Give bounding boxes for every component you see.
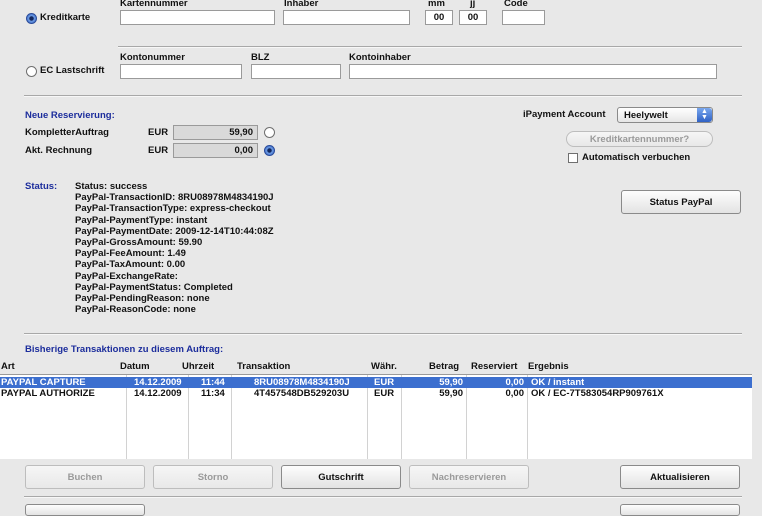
cell-betrag: 59,90 — [439, 388, 463, 399]
status-line: PayPal-PaymentDate: 2009-12-14T10:44:08Z — [75, 225, 274, 237]
cell-ergebnis: OK / instant — [531, 377, 585, 388]
book-button[interactable]: Buchen — [25, 465, 145, 489]
column-header-art[interactable]: Art — [1, 361, 15, 372]
expiry-year-input[interactable]: 00 — [459, 10, 487, 25]
cell-uhrzeit: 11:44 — [201, 377, 225, 388]
ec-lastschrift-radio[interactable] — [26, 66, 37, 77]
ipayment-account-label: iPayment Account — [523, 109, 606, 120]
separator — [118, 46, 742, 48]
storno-button[interactable]: Storno — [153, 465, 273, 489]
account-owner-input[interactable] — [349, 64, 717, 79]
auto-book-checkbox[interactable] — [568, 153, 578, 163]
status-line: PayPal-TransactionType: express-checkout — [75, 203, 271, 215]
kreditkartennummer-button[interactable]: Kreditkartennummer? — [566, 131, 713, 147]
cell-betrag: 59,90 — [439, 377, 463, 388]
transactions-table[interactable]: PAYPAL CAPTURE 14.12.2009 11:44 8RU08978… — [0, 374, 752, 459]
status-line: PayPal-GrossAmount: 59.90 — [75, 236, 203, 248]
account-owner-header: Kontoinhaber — [349, 52, 411, 63]
refresh-button[interactable]: Aktualisieren — [620, 465, 740, 489]
ec-lastschrift-label: EC Lastschrift — [40, 65, 105, 76]
separator — [24, 496, 742, 498]
current-invoice-currency: EUR — [148, 145, 169, 156]
status-label: Status: — [25, 181, 58, 192]
blz-input[interactable] — [251, 64, 341, 79]
complete-order-amount[interactable]: 59,90 — [173, 125, 258, 140]
ipayment-account-value: Heelywelt — [624, 110, 668, 121]
cell-transaktion: 8RU08978M4834190J — [254, 377, 350, 388]
blz-header: BLZ — [251, 52, 270, 63]
complete-order-currency: EUR — [148, 127, 169, 138]
cell-waehrung: EUR — [374, 377, 395, 388]
auto-book-label: Automatisch verbuchen — [582, 152, 691, 163]
status-line: PayPal-PaymentStatus: Completed — [75, 281, 233, 293]
column-header-datum[interactable]: Datum — [120, 361, 150, 372]
column-header-reserviert[interactable]: Reserviert — [471, 361, 517, 372]
month-header: mm — [428, 0, 445, 9]
column-header-waehrung[interactable]: Währ. — [371, 361, 397, 372]
bottom-left-button-partial[interactable] — [25, 504, 145, 516]
cell-uhrzeit: 11:34 — [201, 388, 225, 399]
status-line: PayPal-FeeAmount: 1.49 — [75, 248, 186, 260]
reservation-title: Neue Reservierung: — [25, 110, 115, 121]
cell-art: PAYPAL AUTHORIZE — [1, 388, 95, 399]
cell-reserviert: 0,00 — [505, 377, 525, 388]
separator — [24, 333, 742, 335]
card-number-input[interactable] — [120, 10, 275, 25]
complete-order-radio[interactable] — [264, 127, 275, 138]
current-invoice-label: Akt. Rechnung — [25, 145, 93, 156]
credit-note-button[interactable]: Gutschrift — [281, 465, 401, 489]
card-code-input[interactable] — [502, 10, 545, 25]
cell-waehrung: EUR — [374, 388, 395, 399]
rereserve-button[interactable]: Nachreservieren — [409, 465, 529, 489]
expiry-month-input[interactable]: 00 — [425, 10, 453, 25]
separator — [24, 95, 742, 97]
account-number-input[interactable] — [120, 64, 242, 79]
status-line: PayPal-TaxAmount: 0.00 — [75, 259, 186, 271]
cell-reserviert: 0,00 — [505, 388, 525, 399]
transactions-title: Bisherige Transaktionen zu diesem Auftra… — [25, 344, 224, 355]
column-header-ergebnis[interactable]: Ergebnis — [528, 361, 569, 372]
kreditkarte-label: Kreditkarte — [40, 12, 91, 23]
complete-order-label: KompletterAuftrag — [25, 127, 109, 138]
column-header-uhrzeit[interactable]: Uhrzeit — [182, 361, 214, 372]
table-row[interactable]: PAYPAL CAPTURE 14.12.2009 11:44 8RU08978… — [0, 377, 752, 388]
select-arrows-icon: ▲ ▼ — [697, 108, 712, 122]
status-line: PayPal-TransactionID: 8RU08978M4834190J — [75, 192, 274, 204]
cell-datum: 14.12.2009 — [134, 388, 182, 399]
transactions-header-row: Art Datum Uhrzeit Transaktion Währ. Betr… — [0, 361, 752, 373]
status-line: PayPal-ReasonCode: none — [75, 304, 196, 316]
current-invoice-radio[interactable] — [264, 145, 275, 156]
cell-transaktion: 4T457548DB529203U — [254, 388, 350, 399]
cell-datum: 14.12.2009 — [134, 377, 182, 388]
account-number-header: Kontonummer — [120, 52, 185, 63]
kreditkarte-radio[interactable] — [26, 13, 37, 24]
cell-art: PAYPAL CAPTURE — [1, 377, 86, 388]
column-header-transaktion[interactable]: Transaktion — [237, 361, 290, 372]
status-line: Status: success — [75, 181, 148, 192]
ipayment-account-select[interactable]: Heelywelt ▲ ▼ — [617, 107, 713, 123]
card-number-header: Kartennummer — [120, 0, 188, 9]
card-holder-input[interactable] — [283, 10, 410, 25]
column-header-betrag[interactable]: Betrag — [429, 361, 459, 372]
table-row[interactable]: PAYPAL AUTHORIZE 14.12.2009 11:34 4T4575… — [0, 388, 752, 399]
status-line: PayPal-PaymentType: instant — [75, 214, 208, 226]
year-header: jj — [470, 0, 476, 9]
current-invoice-amount[interactable]: 0,00 — [173, 143, 258, 158]
status-line: PayPal-PendingReason: none — [75, 292, 210, 304]
card-holder-header: Inhaber — [284, 0, 319, 9]
code-header: Code — [504, 0, 528, 9]
cell-ergebnis: OK / EC-7T583054RP909761X — [531, 388, 664, 399]
status-details: Status: success PayPal-TransactionID: 8R… — [75, 181, 274, 315]
bottom-right-button-partial[interactable] — [620, 504, 740, 516]
status-paypal-button[interactable]: Status PayPal — [621, 190, 741, 214]
status-line: PayPal-ExchangeRate: — [75, 270, 178, 282]
